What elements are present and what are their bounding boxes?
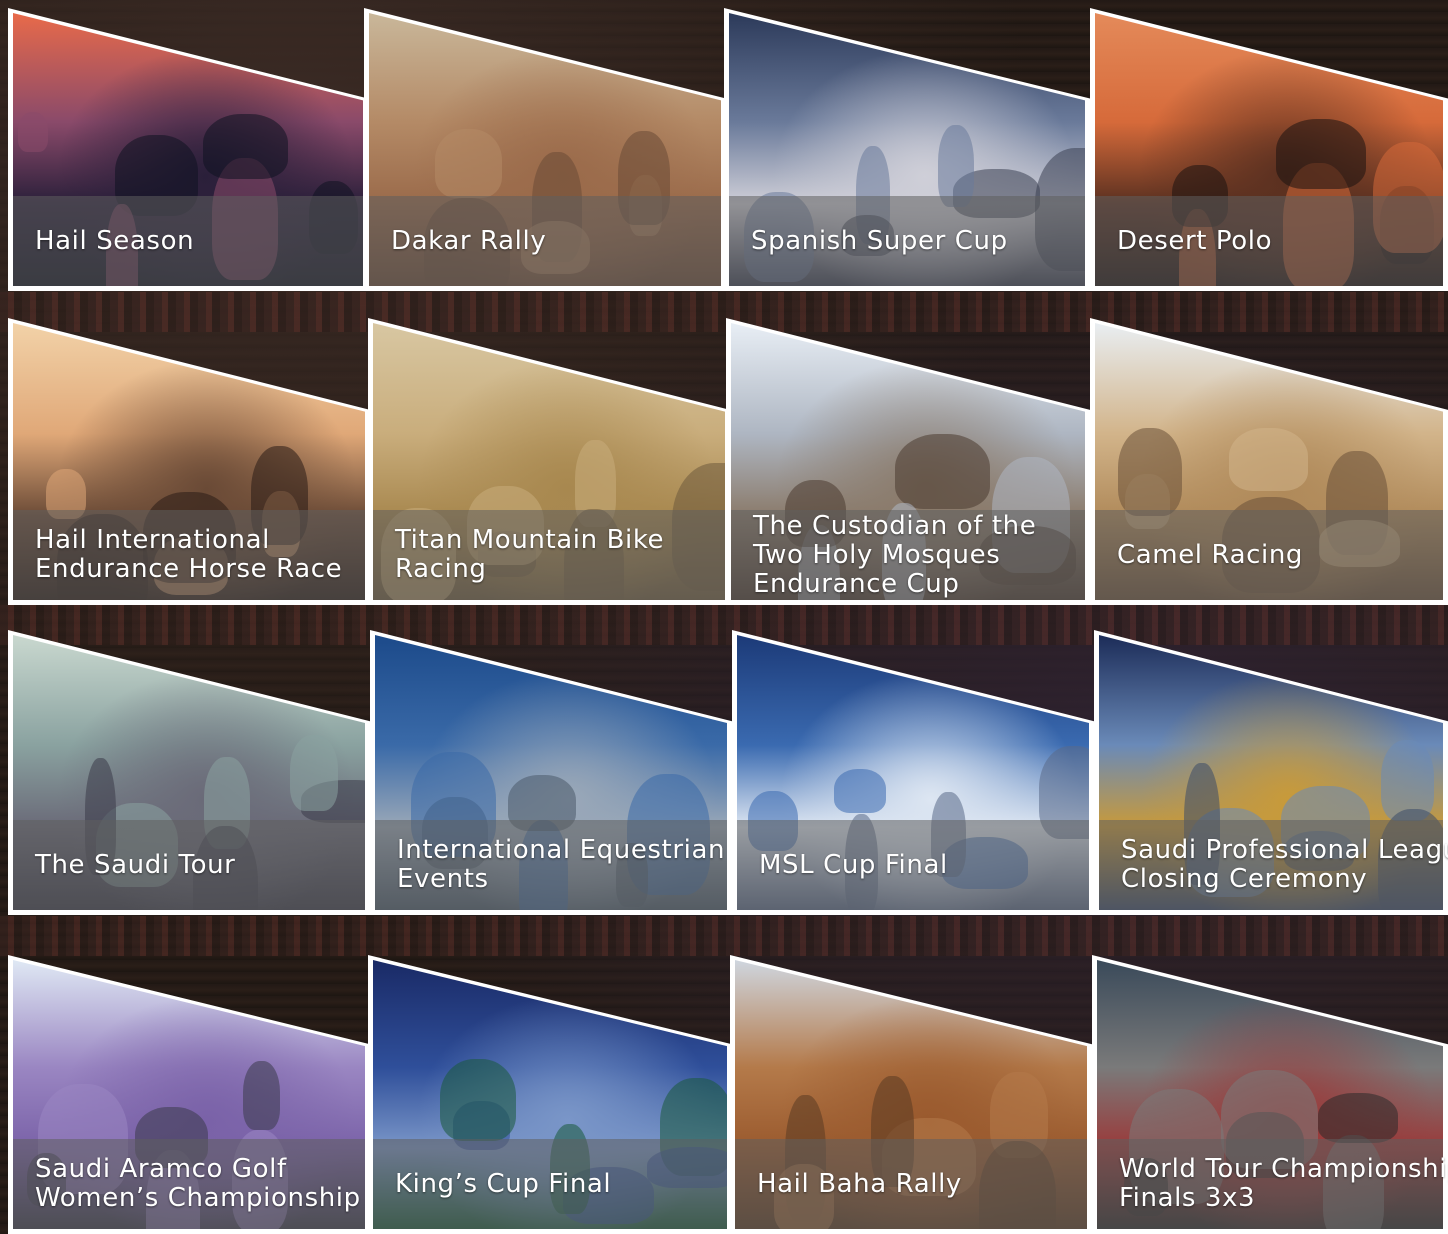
photo-detail [1276,118,1366,189]
event-title-line: Endurance Horse Race [35,554,343,584]
event-tile-show-jumping[interactable]: International Equestrian Events [370,630,732,915]
event-title-line: Two Holy Mosques [753,539,1001,570]
event-title-line: Titan Mountain Bike [395,525,665,555]
event-title-line: Hail Season [35,225,195,256]
photo-detail [243,1061,280,1131]
event-title-line: The Saudi Tour [35,849,236,880]
event-caption: King’s Cup Final [373,1139,727,1229]
event-tile-kings-cup-celebration[interactable]: King’s Cup Final [368,955,732,1234]
event-caption: Titan Mountain Bike Racing [373,510,725,600]
event-title-line: Saudi Aramco Golf [35,1154,287,1184]
event-caption: Hail International Endurance Horse Race [13,510,365,600]
event-tile-league-closing-ceremony[interactable]: Saudi Professional League Closing Ceremon… [1094,630,1448,915]
event-caption: Hail Baha Rally [735,1139,1087,1229]
event-tile-polo-horses-sunset[interactable]: Desert Polo [1090,8,1448,291]
event-tile-golfer-aramco-board[interactable]: Saudi Aramco Golf Women’s Championship [8,955,370,1234]
event-caption: International Equestrian Events [375,820,727,910]
event-title-line: Desert Polo [1117,225,1273,256]
event-title-line: Women’s Championship [35,1183,361,1213]
event-caption: The Custodian of the Two Holy Mosques Endu… [731,510,1085,600]
photo-detail [1229,427,1308,491]
photo-detail [938,124,974,207]
event-title-line: Dakar Rally [391,225,547,256]
event-tile-endurance-rider-canyon[interactable]: The Custodian of the Two Holy Mosques Endu… [726,318,1090,605]
event-caption: The Saudi Tour [13,820,365,910]
event-tile-desert-city-sunset[interactable]: Hail Season [8,8,368,291]
stadium-band [0,916,1448,956]
photo-detail [834,768,886,813]
stadium-band [0,292,1448,332]
photo-detail [290,734,338,811]
event-tile-helicopter-desert[interactable]: Hail Baha Rally [730,955,1092,1234]
event-caption: Saudi Professional League Closing Ceremon… [1099,820,1448,910]
event-caption: MSL Cup Final [737,820,1089,910]
event-caption: Spanish Super Cup [729,196,1085,286]
photo-detail [1118,427,1182,516]
event-title-line: World Tour Championship [1119,1154,1448,1184]
photo-detail [203,113,288,179]
event-title-line: The Custodian of the [753,510,1037,541]
event-title-line: Racing [395,554,487,584]
event-title-line: Finals 3x3 [1119,1183,1256,1213]
event-title-line: Camel Racing [1117,539,1304,570]
event-title-line: Closing Ceremony [1121,864,1368,894]
event-caption: Desert Polo [1095,196,1443,286]
event-title-line: Endurance Cup [753,568,960,599]
event-title-line: MSL Cup Final [759,849,948,880]
event-caption: Camel Racing [1095,510,1443,600]
event-tile-horse-rider-silhouette[interactable]: Hail International Endurance Horse Race [8,318,370,605]
event-title-line: King’s Cup Final [395,1168,612,1199]
event-caption: Saudi Aramco Golf Women’s Championship [13,1139,365,1229]
event-tile-mountain-bikers-desert[interactable]: Titan Mountain Bike Racing [368,318,730,605]
stadium-band [0,605,1448,645]
photo-detail [435,129,502,199]
photo-detail [18,112,48,153]
photo-detail [1318,1092,1398,1143]
event-caption: Dakar Rally [369,196,721,286]
event-title-line: Saudi Professional League [1121,835,1448,865]
event-title-line: International Equestrian [397,835,726,865]
event-caption: World Tour Championship Finals 3x3 [1097,1139,1448,1229]
event-title-line: Hail Baha Rally [757,1168,962,1199]
event-tile-camel-race-track[interactable]: Camel Racing [1090,318,1448,605]
event-title-line: Spanish Super Cup [751,225,1008,256]
event-title-line: Events [397,864,489,894]
event-title-line: Hail International [35,525,270,555]
event-tile-cycling-peloton[interactable]: The Saudi Tour [8,630,370,915]
photo-detail [895,433,990,509]
event-tile-trophy-celebration[interactable]: Spanish Super Cup [724,8,1090,291]
event-tile-basketball-3x3[interactable]: World Tour Championship Finals 3x3 [1092,955,1448,1234]
photo-detail [440,1058,516,1141]
event-tile-football-team-celebration[interactable]: MSL Cup Final [732,630,1094,915]
sports-events-collage: Hail Season Dakar Rally Spanish Super Cup D… [0,0,1448,1234]
event-tile-rally-car-dunes[interactable]: Dakar Rally [364,8,726,291]
event-caption: Hail Season [13,196,363,286]
